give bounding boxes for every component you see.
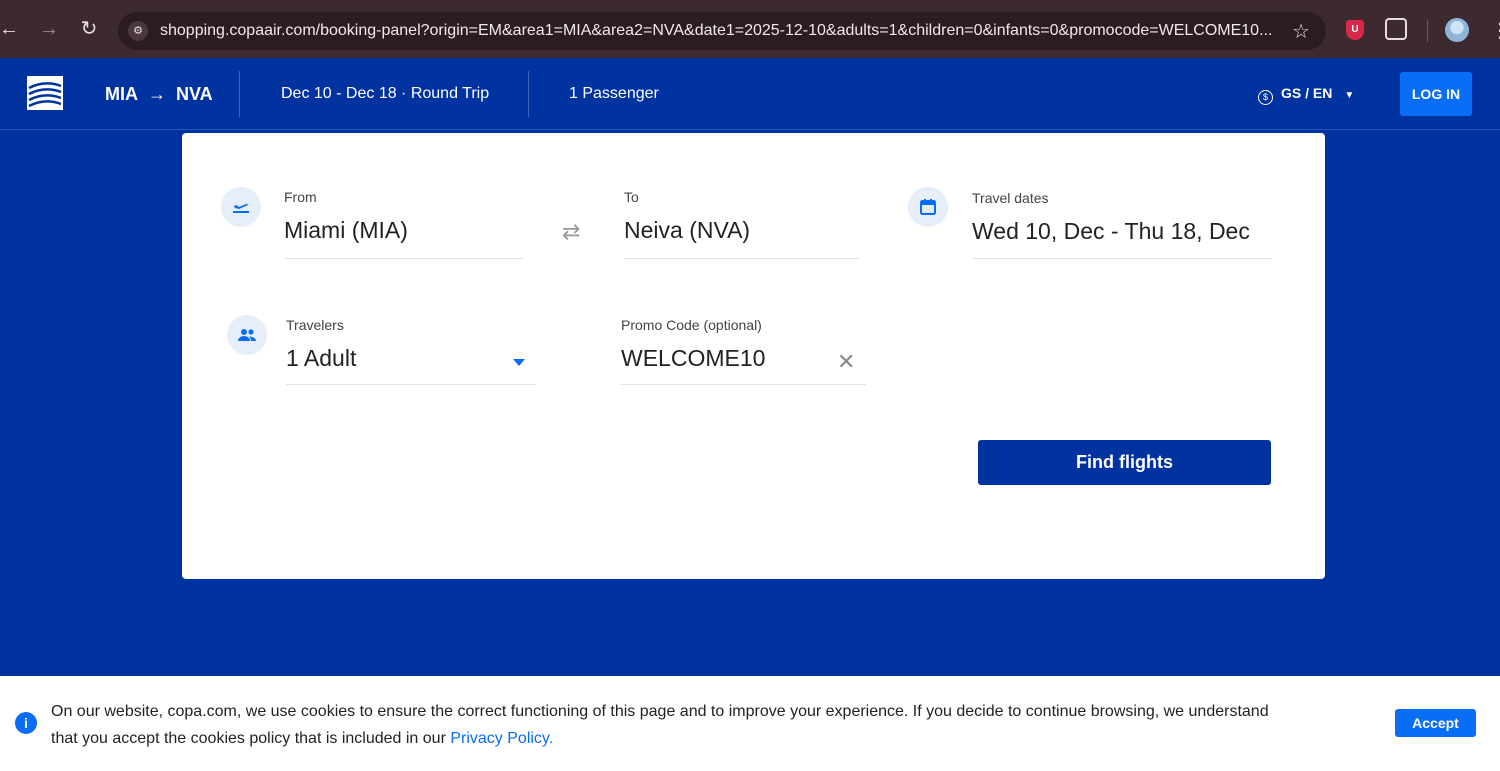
route-arrow-icon: → — [148, 84, 166, 104]
accept-cookies-button[interactable]: Accept — [1395, 709, 1476, 737]
login-button[interactable]: LOG IN — [1400, 72, 1472, 116]
privacy-policy-link[interactable]: Privacy Policy. — [450, 730, 553, 747]
to-field[interactable]: To Neiva (NVA) — [624, 189, 860, 259]
info-icon: i — [15, 712, 37, 734]
travel-dates-value[interactable]: Wed 10, Dec - Thu 18, Dec — [972, 218, 1272, 245]
header-divider — [239, 71, 240, 117]
currency-icon: $ — [1258, 90, 1273, 105]
travel-dates-field[interactable]: Travel dates Wed 10, Dec - Thu 18, Dec — [972, 190, 1272, 259]
dropdown-caret-icon[interactable] — [513, 359, 525, 366]
toolbar-divider — [1427, 20, 1428, 42]
clear-promo-icon[interactable]: ✕ — [837, 349, 855, 375]
promo-code-input[interactable]: WELCOME10 — [621, 345, 866, 372]
cookie-banner: i On our website, copa.com, we use cooki… — [0, 676, 1500, 771]
ublock-extension-icon[interactable]: U — [1346, 20, 1364, 40]
travelers-label: Travelers — [286, 317, 344, 333]
swap-airports-icon[interactable]: ⇄ — [562, 219, 580, 245]
browser-toolbar: ← → ↻ ⚙ shopping.copaair.com/booking-pan… — [0, 0, 1500, 58]
travelers-field[interactable]: Travelers 1 Adult — [286, 317, 536, 385]
url-text[interactable]: shopping.copaair.com/booking-panel?origi… — [160, 22, 1275, 40]
cookie-message-text: On our website, copa.com, we use cookies… — [51, 703, 1269, 747]
to-value[interactable]: Neiva (NVA) — [624, 217, 860, 244]
departure-plane-icon — [221, 187, 261, 227]
promo-code-label: Promo Code (optional) — [621, 317, 762, 333]
field-underline — [972, 258, 1272, 259]
field-underline — [624, 258, 860, 259]
site-settings-icon[interactable]: ⚙ — [128, 21, 148, 41]
to-label: To — [624, 189, 639, 205]
promo-code-field[interactable]: Promo Code (optional) WELCOME10 ✕ — [621, 317, 866, 385]
find-flights-button[interactable]: Find flights — [978, 440, 1271, 485]
from-label: From — [284, 189, 317, 205]
field-underline — [284, 258, 524, 259]
site-header: MIA → NVA Dec 10 - Dec 18 · Round Trip 1 P… — [0, 58, 1500, 130]
address-bar[interactable]: ⚙ shopping.copaair.com/booking-panel?ori… — [118, 12, 1326, 50]
calendar-icon — [908, 187, 948, 227]
origin-code: MIA — [105, 84, 138, 104]
chevron-down-icon: ▼ — [1344, 90, 1355, 101]
locale-label: GS / EN — [1281, 85, 1333, 101]
browser-menu-icon[interactable]: ⋮ — [1490, 18, 1500, 43]
passengers-summary[interactable]: 1 Passenger — [569, 85, 659, 103]
field-underline — [621, 384, 866, 385]
dates-summary[interactable]: Dec 10 - Dec 18 · Round Trip — [281, 85, 489, 103]
travelers-value[interactable]: 1 Adult — [286, 345, 536, 372]
reload-icon[interactable]: ↻ — [76, 16, 102, 42]
from-value[interactable]: Miami (MIA) — [284, 217, 524, 244]
route-summary[interactable]: MIA → NVA — [105, 84, 213, 105]
booking-panel: From Miami (MIA) ⇄ To Neiva (NVA) Travel… — [182, 133, 1325, 579]
back-icon[interactable]: ← — [0, 16, 22, 42]
from-field[interactable]: From Miami (MIA) — [284, 189, 524, 259]
extensions-puzzle-icon[interactable] — [1385, 18, 1407, 40]
travel-dates-label: Travel dates — [972, 190, 1049, 206]
bookmark-star-icon[interactable]: ☆ — [1292, 19, 1310, 44]
header-divider — [528, 71, 529, 117]
profile-avatar[interactable] — [1445, 18, 1469, 42]
travelers-icon — [227, 315, 267, 355]
cookie-message: On our website, copa.com, we use cookies… — [51, 698, 1276, 752]
field-underline — [286, 384, 536, 385]
language-currency-selector[interactable]: $ GS / EN ▼ — [1258, 85, 1354, 105]
forward-icon[interactable]: → — [36, 16, 62, 42]
copa-logo-icon[interactable] — [27, 76, 65, 110]
destination-code: NVA — [176, 84, 213, 104]
